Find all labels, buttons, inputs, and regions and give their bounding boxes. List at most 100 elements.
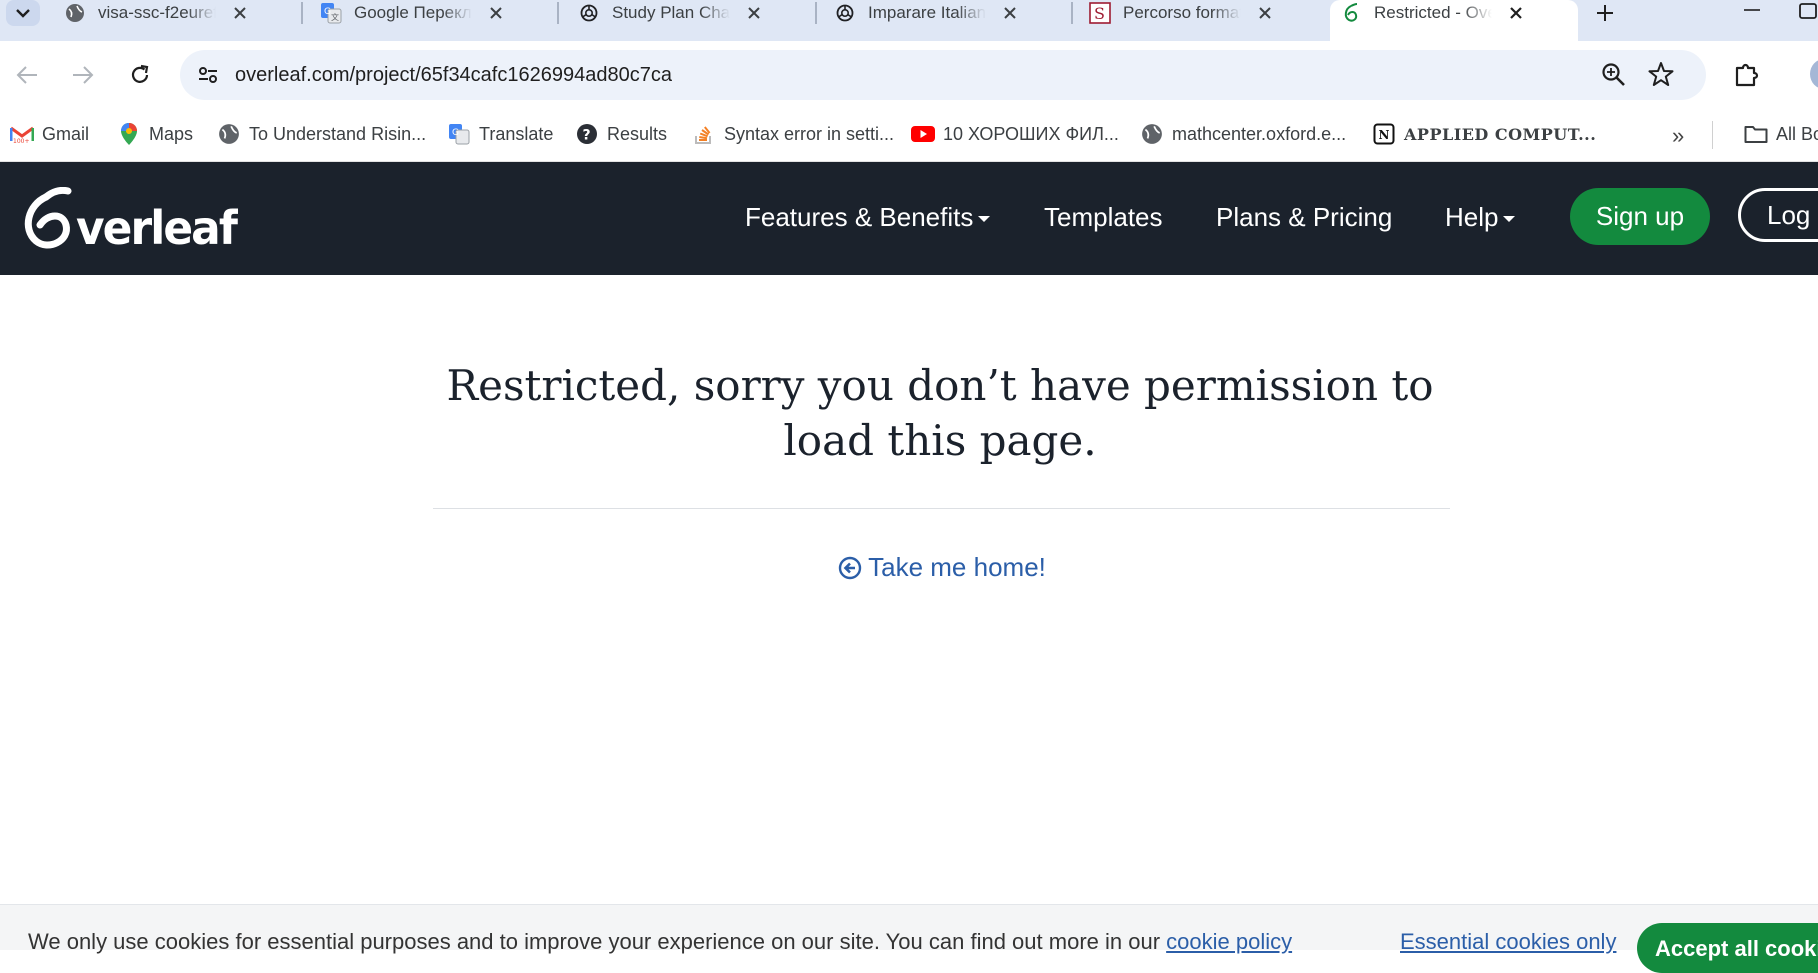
overleaf-logo[interactable]: verleaf — [18, 186, 241, 258]
tab-separator — [815, 2, 817, 24]
openai-icon — [578, 2, 600, 24]
bookmarks-bar: 100+ Gmail Maps To Understand Risin... G… — [0, 109, 1818, 162]
openai-icon — [834, 2, 856, 24]
google-translate-icon: G — [447, 122, 471, 146]
folder-icon — [1744, 122, 1768, 146]
s-icon: S — [1089, 2, 1111, 24]
notion-icon: N — [1372, 122, 1396, 146]
bookmark-label: Gmail — [42, 123, 90, 144]
close-icon[interactable] — [744, 3, 764, 23]
nav-features[interactable]: Features & Benefits — [745, 202, 991, 233]
tab-separator — [557, 2, 559, 24]
bookmark-label: All Bookmarks — [1776, 123, 1818, 144]
minimize-button[interactable] — [1732, 0, 1772, 20]
tab-search-button[interactable] — [6, 0, 40, 26]
minimize-icon — [1744, 9, 1760, 11]
svg-text:100+: 100+ — [13, 138, 29, 144]
site-info-icon[interactable] — [194, 61, 222, 89]
bookmark-maps[interactable]: Maps — [117, 121, 193, 147]
tab-title: Study Plan Change — [612, 3, 730, 22]
bookmark-results[interactable]: ? Results — [575, 121, 667, 147]
svg-text:G: G — [452, 128, 459, 138]
bookmarks-divider — [1712, 121, 1713, 149]
bookmark-translate[interactable]: G Translate — [447, 121, 553, 147]
maximize-button[interactable] — [1795, 0, 1818, 22]
svg-text:G: G — [324, 7, 331, 17]
tab-separator — [301, 2, 303, 24]
tab-title: Percorso formativo — [1123, 3, 1241, 22]
nav-templates-label: Templates — [1044, 202, 1163, 232]
back-button[interactable] — [8, 56, 46, 94]
browser-tab[interactable]: G文 Google Перекладач — [320, 0, 506, 26]
browser-tab[interactable]: Study Plan Change — [578, 0, 764, 26]
arrow-circle-left-icon — [838, 556, 862, 580]
heading-line-1: Restricted, sorry you don’t have permiss… — [446, 361, 1434, 410]
bookmark-mathcenter[interactable]: mathcenter.oxford.e... — [1140, 121, 1346, 147]
login-button[interactable]: Log in — [1738, 188, 1818, 242]
plus-icon — [1597, 5, 1613, 21]
bookmark-label: Translate — [479, 123, 554, 144]
bookmark-label: Maps — [149, 123, 194, 144]
nav-templates[interactable]: Templates — [1044, 202, 1163, 233]
browser-tab-active[interactable]: Restricted - Overleaf — [1330, 0, 1578, 41]
home-link-label: Take me home! — [868, 552, 1046, 582]
cookie-policy-link[interactable]: cookie policy — [1166, 929, 1292, 954]
stackoverflow-icon — [692, 122, 716, 146]
take-me-home-link[interactable]: Take me home! — [0, 552, 1818, 583]
bookmark-label: APPLIED COMPUT... — [1404, 124, 1597, 144]
extensions-puzzle-icon[interactable] — [1732, 59, 1762, 94]
tab-title: visa-ssc-f2eurefexc — [98, 3, 216, 22]
all-bookmarks-folder[interactable]: All Bookmarks — [1744, 121, 1818, 147]
chevron-down-icon — [16, 9, 30, 18]
bookmark-label: 10 ХОРОШИХ ФИЛ... — [943, 123, 1119, 144]
forward-button[interactable] — [64, 56, 102, 94]
nav-pricing[interactable]: Plans & Pricing — [1216, 202, 1392, 233]
close-icon[interactable] — [486, 3, 506, 23]
nav-features-label: Features & Benefits — [745, 202, 974, 232]
address-bar[interactable]: overleaf.com/project/65f34cafc1626994ad8… — [180, 50, 1706, 100]
close-icon[interactable] — [1255, 3, 1275, 23]
url-text[interactable]: overleaf.com/project/65f34cafc1626994ad8… — [235, 64, 672, 87]
browser-tab[interactable]: S Percorso formativo — [1089, 0, 1275, 26]
accept-all-cookies-button[interactable]: Accept all cookies — [1637, 923, 1818, 973]
bookmark-youtube[interactable]: 10 ХОРОШИХ ФИЛ... — [911, 121, 1119, 147]
bookmark-gmail[interactable]: 100+ Gmail — [10, 121, 89, 147]
bookmark-label: Syntax error in setti... — [724, 123, 895, 144]
globe-icon — [64, 2, 86, 24]
bookmark-understand[interactable]: To Understand Risin... — [217, 121, 426, 147]
tab-strip: visa-ssc-f2eurefexc G文 Google Перекладач… — [0, 0, 1818, 41]
svg-text:文: 文 — [331, 12, 339, 22]
bookmark-label: To Understand Risin... — [249, 123, 427, 144]
close-icon[interactable] — [1506, 3, 1526, 23]
nav-help-label: Help — [1445, 202, 1499, 232]
reload-icon — [131, 64, 149, 83]
bookmark-star-icon[interactable] — [1648, 61, 1674, 92]
youtube-icon — [911, 122, 935, 146]
maps-icon — [117, 122, 141, 146]
svg-text:verleaf: verleaf — [76, 201, 238, 253]
gmail-icon: 100+ — [10, 122, 34, 146]
globe-icon — [1140, 122, 1164, 146]
bookmark-syntax-error[interactable]: Syntax error in setti... — [692, 121, 894, 147]
new-tab-button[interactable] — [1592, 0, 1618, 26]
content-divider — [433, 508, 1450, 509]
profile-avatar[interactable] — [1810, 59, 1818, 89]
globe-icon — [217, 122, 241, 146]
reload-button[interactable] — [121, 56, 159, 94]
essential-cookies-button[interactable]: Essential cookies only — [1400, 929, 1616, 955]
overleaf-icon — [1340, 2, 1362, 24]
bookmark-label: Results — [607, 123, 668, 144]
cookie-message-text: We only use cookies for essential purpos… — [28, 929, 1167, 954]
back-arrow-icon — [16, 66, 37, 84]
bookmark-applied[interactable]: N APPLIED COMPUT... — [1372, 121, 1596, 147]
close-icon[interactable] — [1000, 3, 1020, 23]
signup-button[interactable]: Sign up — [1570, 188, 1710, 245]
zoom-icon[interactable] — [1601, 62, 1627, 93]
close-icon[interactable] — [230, 3, 250, 23]
bookmark-label: mathcenter.oxford.e... — [1172, 123, 1347, 144]
browser-tab[interactable]: visa-ssc-f2eurefexc — [64, 0, 250, 26]
nav-help[interactable]: Help — [1445, 202, 1516, 233]
more-bookmarks-chevron[interactable]: » — [1672, 123, 1684, 149]
browser-tab[interactable]: Imparare Italiano S — [834, 0, 1020, 26]
page-heading: Restricted, sorry you don’t have permiss… — [430, 358, 1450, 468]
